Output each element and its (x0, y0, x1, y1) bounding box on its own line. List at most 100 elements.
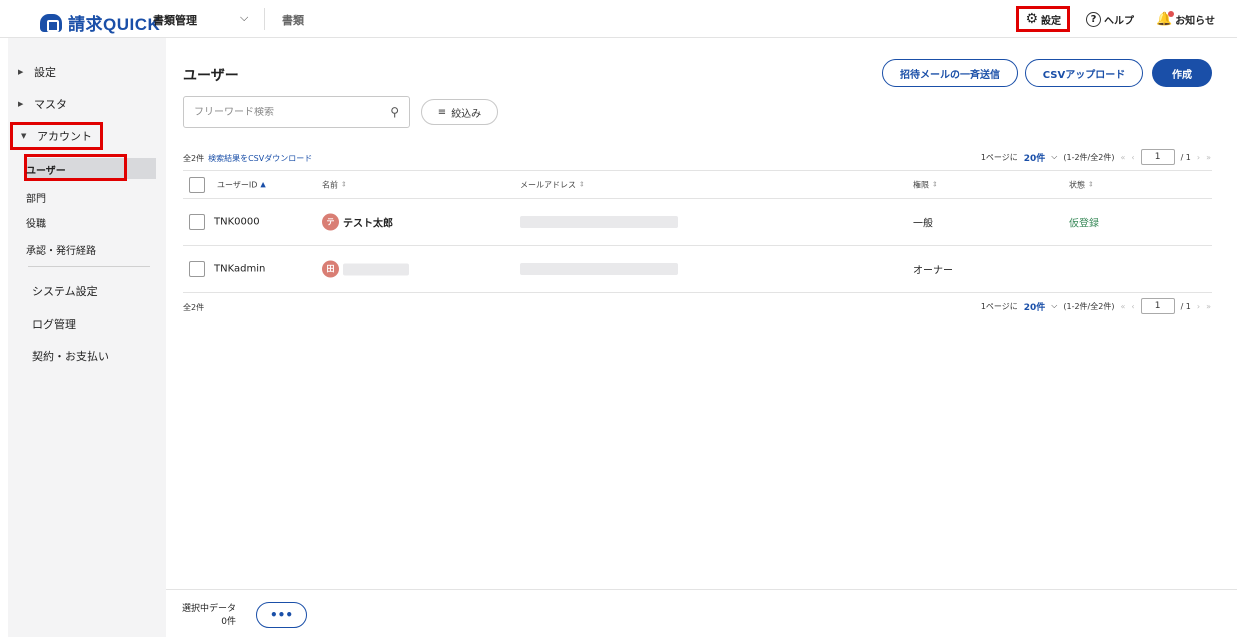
prev-page-icon[interactable]: ‹ (1131, 153, 1134, 162)
filter-icon: ≡ (437, 106, 447, 118)
row-checkbox[interactable] (189, 214, 205, 230)
per-page-prefix: 1ページに (980, 301, 1018, 311)
sidebar-item-users[interactable]: ユーザー (26, 162, 66, 177)
chevron-down-icon[interactable]: ⌵ (1051, 301, 1057, 311)
gear-icon: ⚙ (1025, 11, 1038, 27)
sort-icon: ⇕ (579, 180, 585, 189)
col-label: 権限 (913, 180, 929, 189)
sidebar-item-label: マスタ (34, 98, 67, 111)
cell-name: 田 (322, 260, 409, 278)
per-page-prefix: 1ページに (980, 152, 1018, 162)
notice-button[interactable]: 🔔 お知らせ (1150, 6, 1221, 32)
email-redacted (520, 216, 678, 228)
col-name[interactable]: 名前 ⇕ (322, 179, 347, 190)
sidebar-item-departments[interactable]: 部門 (26, 190, 46, 205)
select-all-checkbox[interactable] (189, 176, 205, 193)
selection-footer: 選択中データ 0件 ••• (166, 589, 1237, 637)
page-input[interactable]: 1 (1140, 149, 1175, 165)
last-page-icon[interactable]: » (1206, 153, 1211, 162)
csv-download-link[interactable]: 検索結果をCSVダウンロード (208, 154, 312, 163)
notice-dot (1168, 10, 1175, 17)
app-select[interactable]: 書類管理 (153, 12, 197, 28)
table-row[interactable]: TNKadmin 田 オーナー (183, 246, 1212, 293)
cell-name: テ テスト太郎 (322, 213, 393, 231)
settings-button[interactable]: ⚙ 設定 (1016, 6, 1070, 32)
chevron-down-icon[interactable]: ⌵ (240, 11, 248, 25)
search-icon[interactable]: ⚲ (390, 105, 399, 119)
last-page-icon[interactable]: » (1206, 302, 1211, 311)
settings-label: 設定 (1041, 15, 1061, 27)
caret-right-icon: ▶ (18, 68, 24, 76)
page-input[interactable]: 1 (1140, 298, 1175, 314)
search-box: ⚲ (183, 96, 410, 128)
bell-icon: 🔔 (1156, 10, 1175, 27)
sidebar-item-contract[interactable]: 契約・お支払い (32, 348, 109, 364)
result-meta-top: 全2件 検索結果をCSVダウンロード (183, 153, 312, 164)
first-page-icon[interactable]: « (1120, 302, 1125, 311)
csv-upload-button[interactable]: CSVアップロード (1025, 59, 1143, 87)
per-page-select[interactable]: 20件 (1024, 300, 1046, 313)
col-label: 名前 (322, 180, 338, 189)
selected-label: 選択中データ (182, 604, 237, 614)
caret-right-icon: ▶ (18, 100, 24, 108)
cell-user-id: TNK0000 (214, 216, 260, 228)
page-range: (1-2件/全2件) (1063, 301, 1115, 311)
sidebar-item-label: 設定 (34, 66, 56, 79)
chevron-down-icon[interactable]: ⌵ (1051, 152, 1057, 162)
sort-icon: ⇕ (932, 180, 938, 189)
selected-count: 0件 (221, 617, 237, 627)
header-actions: ⚙ 設定 ? ヘルプ 🔔 お知らせ (1016, 6, 1221, 32)
more-actions-button[interactable]: ••• (256, 602, 307, 628)
col-label: ユーザーID (217, 180, 258, 189)
caret-down-icon: ▼ (21, 132, 27, 140)
logo[interactable]: 請求QUICK (40, 10, 160, 35)
invite-mail-button[interactable]: 招待メールの一斉送信 (882, 59, 1018, 87)
sidebar-item-master[interactable]: ▶ マスタ (18, 96, 67, 112)
cell-role: 一般 (913, 218, 933, 230)
sort-icon: ▲ (260, 180, 266, 189)
sidebar-item-system-settings[interactable]: システム設定 (32, 283, 98, 299)
col-email[interactable]: メールアドレス ⇕ (520, 179, 585, 190)
pagination-bottom: 1ページに 20件 ⌵ (1-2件/全2件) « ‹ 1 / 1 › » (981, 298, 1211, 314)
sort-icon: ⇕ (1088, 180, 1094, 189)
create-button[interactable]: 作成 (1152, 59, 1212, 87)
pagination-top: 1ページに 20件 ⌵ (1-2件/全2件) « ‹ 1 / 1 › » (981, 149, 1211, 165)
total-count: 全2件 (183, 154, 205, 163)
users-table: ユーザーID ▲ 名前 ⇕ メールアドレス ⇕ 権限 ⇕ 状態 ⇕ TNK0000 テ テ… (183, 170, 1212, 293)
sidebar-divider (28, 266, 150, 267)
row-checkbox[interactable] (189, 261, 205, 277)
logo-text: 請求QUICK (68, 15, 161, 34)
col-status[interactable]: 状態 ⇕ (1069, 179, 1094, 190)
table-header: ユーザーID ▲ 名前 ⇕ メールアドレス ⇕ 権限 ⇕ 状態 ⇕ (183, 170, 1212, 199)
col-user-id[interactable]: ユーザーID ▲ (217, 179, 266, 190)
help-label: ヘルプ (1104, 15, 1134, 27)
sidebar-item-account[interactable]: ▼ アカウント (10, 122, 103, 150)
next-page-icon[interactable]: › (1197, 153, 1200, 162)
sidebar-item-log[interactable]: ログ管理 (32, 316, 76, 332)
sidebar-item-approval-routes[interactable]: 承認・発行経路 (26, 242, 96, 257)
sidebar-item-settings[interactable]: ▶ 設定 (18, 64, 56, 80)
avatar: 田 (322, 260, 339, 278)
notice-label: お知らせ (1175, 15, 1215, 27)
sidebar-item-positions[interactable]: 役職 (26, 215, 46, 230)
prev-page-icon[interactable]: ‹ (1131, 302, 1134, 311)
table-row[interactable]: TNK0000 テ テスト太郎 一般 仮登録 (183, 199, 1212, 246)
docs-link[interactable]: 書類 (282, 12, 304, 28)
page-total: / 1 (1180, 152, 1191, 162)
total-count-bottom: 全2件 (183, 303, 205, 312)
col-role[interactable]: 権限 ⇕ (913, 179, 938, 190)
cell-user-id: TNKadmin (214, 263, 266, 275)
sort-icon: ⇕ (341, 180, 347, 189)
first-page-icon[interactable]: « (1120, 153, 1125, 162)
help-button[interactable]: ? ヘルプ (1080, 6, 1140, 32)
filter-button[interactable]: ≡ 絞込み (421, 99, 498, 125)
user-name: テスト太郎 (343, 218, 393, 230)
logo-icon (40, 13, 62, 32)
col-label: メールアドレス (520, 180, 576, 189)
help-icon: ? (1086, 11, 1101, 27)
header-divider (264, 8, 265, 30)
page-total: / 1 (1180, 301, 1191, 311)
search-input[interactable] (194, 106, 391, 118)
next-page-icon[interactable]: › (1197, 302, 1200, 311)
per-page-select[interactable]: 20件 (1024, 151, 1046, 164)
